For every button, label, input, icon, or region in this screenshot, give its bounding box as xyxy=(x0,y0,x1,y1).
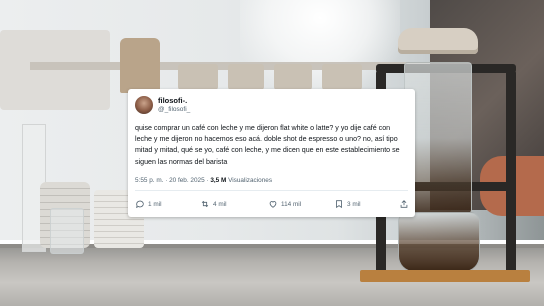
tweet-timestamp[interactable]: 5:55 p. m. · 20 feb. 2025 · xyxy=(135,177,209,184)
views-count: 3,5 M xyxy=(210,177,227,184)
wooden-base xyxy=(360,270,530,282)
bookmark-count: 3 mil xyxy=(347,200,361,208)
reply-count: 1 mil xyxy=(148,200,162,208)
tweet-metadata: 5:55 p. m. · 20 feb. 2025 · 3,5 M Visual… xyxy=(135,177,272,184)
like-button[interactable]: 114 mil xyxy=(268,197,301,211)
user-handle[interactable]: @_filosofi_ xyxy=(158,106,190,113)
speech-bubble-icon xyxy=(135,199,145,209)
action-bar: 1 mil 4 mil 114 mil 3 mil xyxy=(128,197,415,211)
heart-icon xyxy=(268,199,278,209)
like-count: 114 mil xyxy=(281,200,302,208)
bookmark-button[interactable]: 3 mil xyxy=(334,197,361,211)
share-button[interactable] xyxy=(399,197,409,211)
reply-button[interactable]: 1 mil xyxy=(135,197,162,211)
jar xyxy=(228,64,264,90)
jar xyxy=(274,64,312,90)
divider xyxy=(135,190,408,191)
avatar[interactable] xyxy=(135,96,153,114)
glass xyxy=(50,208,84,254)
brewer-lid xyxy=(398,28,478,54)
tweet-card: filosofi-. @_filosofi_ quise comprar un … xyxy=(128,89,415,217)
retweet-button[interactable]: 4 mil xyxy=(200,197,227,211)
coffee-carafe xyxy=(398,212,480,272)
views-label: Visualizaciones xyxy=(228,177,273,184)
retweet-count: 4 mil xyxy=(213,200,227,208)
retweet-icon xyxy=(200,199,210,209)
bookmark-icon xyxy=(334,199,344,209)
jar xyxy=(178,64,218,90)
display-name[interactable]: filosofi-. xyxy=(158,96,187,105)
tweet-text: quise comprar un café con leche y me dij… xyxy=(135,124,400,166)
espresso-machine xyxy=(0,30,110,110)
coffee-grinder xyxy=(120,38,160,93)
jar xyxy=(322,64,362,90)
share-icon xyxy=(399,199,409,209)
